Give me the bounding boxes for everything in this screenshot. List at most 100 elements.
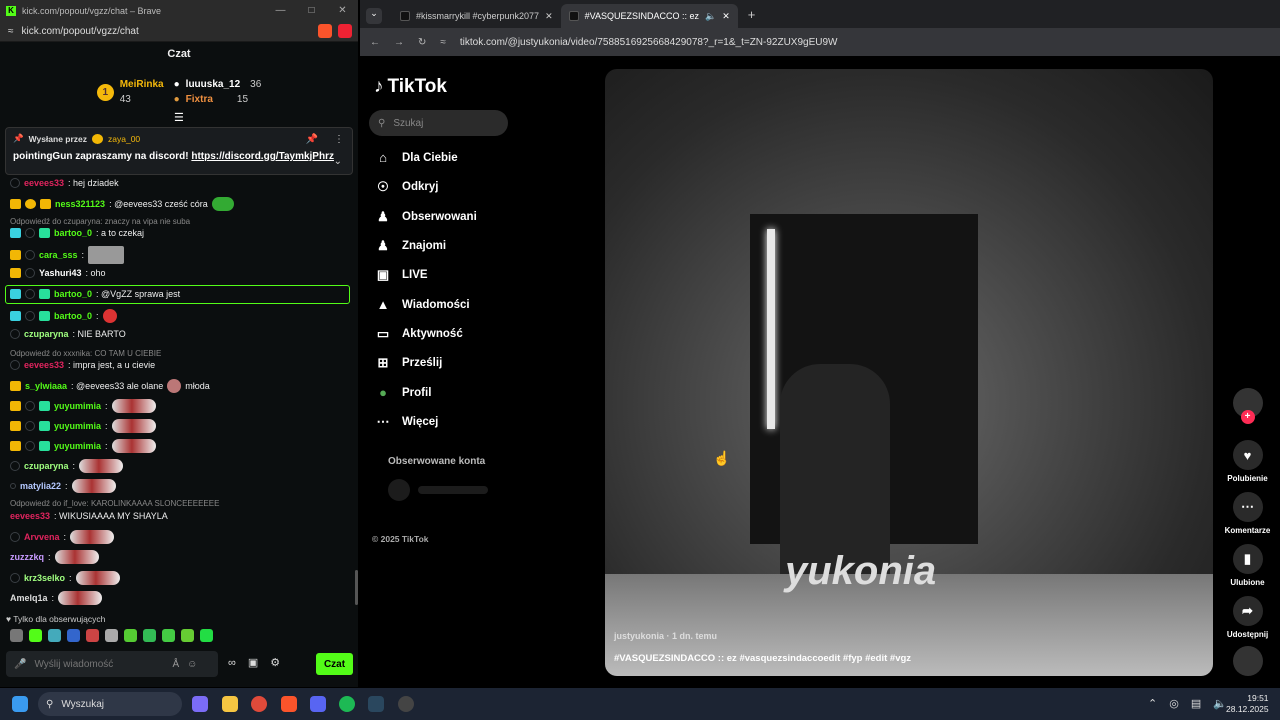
pinned-author[interactable]: zaya_00 <box>108 134 140 144</box>
emote-icon[interactable] <box>67 629 80 642</box>
leaderboard-toggle-icon[interactable]: ☰ <box>174 111 184 124</box>
brave-icon[interactable] <box>281 696 297 712</box>
clock[interactable]: 19:51 28.12.2025 <box>1226 693 1269 715</box>
copilot-icon[interactable] <box>192 696 208 712</box>
nav-for-you[interactable]: ⌂ Dla Ciebie <box>374 150 458 165</box>
chat-username[interactable]: cara_sss <box>39 250 78 260</box>
emote-icon[interactable] <box>124 629 137 642</box>
emote-icon[interactable] <box>200 629 213 642</box>
nav-more[interactable]: ⋯ Więcej <box>374 414 439 430</box>
favorites-button[interactable]: ▮ Ulubione <box>1220 544 1275 587</box>
maximize-button[interactable]: □ <box>296 5 327 16</box>
nav-profile[interactable]: ● Profil <box>374 385 431 400</box>
network-icon[interactable]: ▤ <box>1191 697 1201 710</box>
chat-username[interactable]: czuparyna <box>24 461 69 471</box>
emote-icon[interactable] <box>162 629 175 642</box>
follow-plus-icon[interactable]: + <box>1240 410 1255 424</box>
unpin-icon[interactable]: 📌 <box>306 134 318 145</box>
chat-username[interactable]: czuparyna <box>24 329 69 339</box>
chat-username[interactable]: s_ylwiaaa <box>25 381 67 391</box>
discord-link[interactable]: https://discord.gg/TaymkjPhrz <box>191 151 334 162</box>
site-info-icon[interactable]: ≈ <box>440 37 446 48</box>
chevron-down-icon[interactable]: ⌄ <box>334 156 342 167</box>
taskbar-search[interactable]: ⚲ Wyszukaj <box>38 692 182 716</box>
brave-rewards-icon[interactable] <box>338 24 352 38</box>
chat-username[interactable]: yuyumimia <box>54 401 101 411</box>
chat-username[interactable]: Arvvena <box>24 532 60 542</box>
chat-username[interactable]: eevees33 <box>24 178 64 188</box>
chat-username[interactable]: bartoo_0 <box>54 289 92 299</box>
nav-activity[interactable]: ▭ Aktywność <box>374 326 463 342</box>
microphone-icon[interactable]: 🎤 <box>14 659 26 670</box>
chat-username[interactable]: krz3selko <box>24 573 65 583</box>
chat-username[interactable]: eevees33 <box>10 511 50 521</box>
chat-username[interactable]: Yashuri43 <box>39 268 82 278</box>
steam-icon[interactable] <box>368 696 384 712</box>
store-icon[interactable]: ▣ <box>248 656 258 669</box>
reload-icon[interactable]: ↻ <box>418 37 426 48</box>
tiktok-search-box[interactable]: ⚲ Szukaj <box>369 110 508 136</box>
chat-username[interactable]: eevees33 <box>24 360 64 370</box>
site-settings-icon[interactable]: ≈ <box>8 26 14 37</box>
nav-friends[interactable]: ♟ Znajomi <box>374 238 446 254</box>
emote-icon[interactable] <box>105 629 118 642</box>
chat-username[interactable]: bartoo_0 <box>54 228 92 238</box>
chat-username[interactable]: Amelq1a <box>10 593 48 603</box>
more-options-icon[interactable]: ⋮ <box>334 134 344 145</box>
tab-vasquez[interactable]: #VASQUEZSINDACCO :: ez 🔈 ✕ <box>560 4 738 28</box>
chat-username[interactable]: yuyumimia <box>54 421 101 431</box>
nav-following[interactable]: ♟ Obserwowani <box>374 209 477 225</box>
emote-icon[interactable] <box>143 629 156 642</box>
chat-username[interactable]: zuzzzkq <box>10 552 44 562</box>
reply-context[interactable]: Odpowiedź do czuparyna: znaczy na vipa n… <box>10 217 190 226</box>
mute-tab-icon[interactable]: 🔈 <box>705 11 716 22</box>
microphone-icon[interactable]: ◎ <box>1169 697 1179 710</box>
text-format-icon[interactable]: Å <box>172 659 179 670</box>
comments-button[interactable]: ⋯ Komentarze <box>1220 492 1275 535</box>
emote-icon[interactable] <box>86 629 99 642</box>
reply-context[interactable]: Odpowiedź do xxxnika: CO TAM U CIEBIE <box>10 349 161 358</box>
leader-second-name[interactable]: luuuska_12 <box>186 79 240 90</box>
kick-address-bar[interactable]: ≈ kick.com/popout/vgzz/chat <box>0 21 358 42</box>
leader-first-name[interactable]: MeiRinka <box>120 79 164 90</box>
channel-points-icon[interactable]: ∞ <box>228 657 236 669</box>
chat-username[interactable]: bartoo_0 <box>54 311 92 321</box>
tab-cyberpunk[interactable]: #kissmarrykill #cyberpunk2077 ✕ <box>392 4 561 28</box>
brave-shield-icon[interactable] <box>318 24 332 38</box>
chrome-icon[interactable] <box>251 696 267 712</box>
video-author[interactable]: justyukonia · 1 dn. temu <box>614 631 717 641</box>
video-description[interactable]: #VASQUEZSINDACCO :: ez #vasquezsindaccoe… <box>614 653 911 664</box>
chat-input-box[interactable]: 🎤 Å ☺ <box>6 651 218 677</box>
new-tab-icon[interactable]: + <box>748 7 756 22</box>
like-button[interactable]: ♥ Polubienie <box>1220 440 1275 483</box>
video-player[interactable]: yukonia justyukonia · 1 dn. temu #VASQUE… <box>605 69 1213 676</box>
discord-icon[interactable] <box>310 696 326 712</box>
tiktok-logo[interactable]: ♪ TikTok <box>374 76 447 98</box>
chat-scrollbar[interactable] <box>355 570 358 605</box>
leader-third-name[interactable]: Fixtra <box>186 94 213 105</box>
emoji-icon[interactable]: ☺ <box>187 659 197 670</box>
emote-icon[interactable] <box>10 629 23 642</box>
nav-messages[interactable]: ▲ Wiadomości <box>374 297 470 312</box>
nav-explore[interactable]: ☉ Odkryj <box>374 179 438 195</box>
nav-live[interactable]: ▣ LIVE <box>374 267 428 283</box>
reply-context[interactable]: Odpowiedź do if_love: KAROLINKAAAA SLONC… <box>10 499 219 508</box>
tab-close-icon[interactable]: ✕ <box>722 11 730 22</box>
chat-username[interactable]: yuyumimia <box>54 441 101 451</box>
spotify-icon[interactable] <box>339 696 355 712</box>
settings-gear-icon[interactable]: ⚙ <box>270 656 280 669</box>
app-icon[interactable] <box>398 696 414 712</box>
chat-username[interactable]: matylia22 <box>20 481 61 491</box>
music-disc[interactable] <box>1220 646 1275 680</box>
emote-icon[interactable] <box>29 629 42 642</box>
emote-icon[interactable] <box>48 629 61 642</box>
tab-close-icon[interactable]: ✕ <box>545 11 553 22</box>
creator-avatar[interactable]: + <box>1220 388 1275 436</box>
chat-input[interactable] <box>34 658 165 670</box>
emote-icon[interactable] <box>181 629 194 642</box>
windows-start-icon[interactable] <box>12 696 28 712</box>
send-chat-button[interactable]: Czat <box>316 653 353 675</box>
chat-username[interactable]: ness321123 <box>55 199 105 209</box>
close-button[interactable]: ✕ <box>327 5 358 16</box>
url-text[interactable]: tiktok.com/@justyukonia/video/7588516925… <box>460 37 838 48</box>
